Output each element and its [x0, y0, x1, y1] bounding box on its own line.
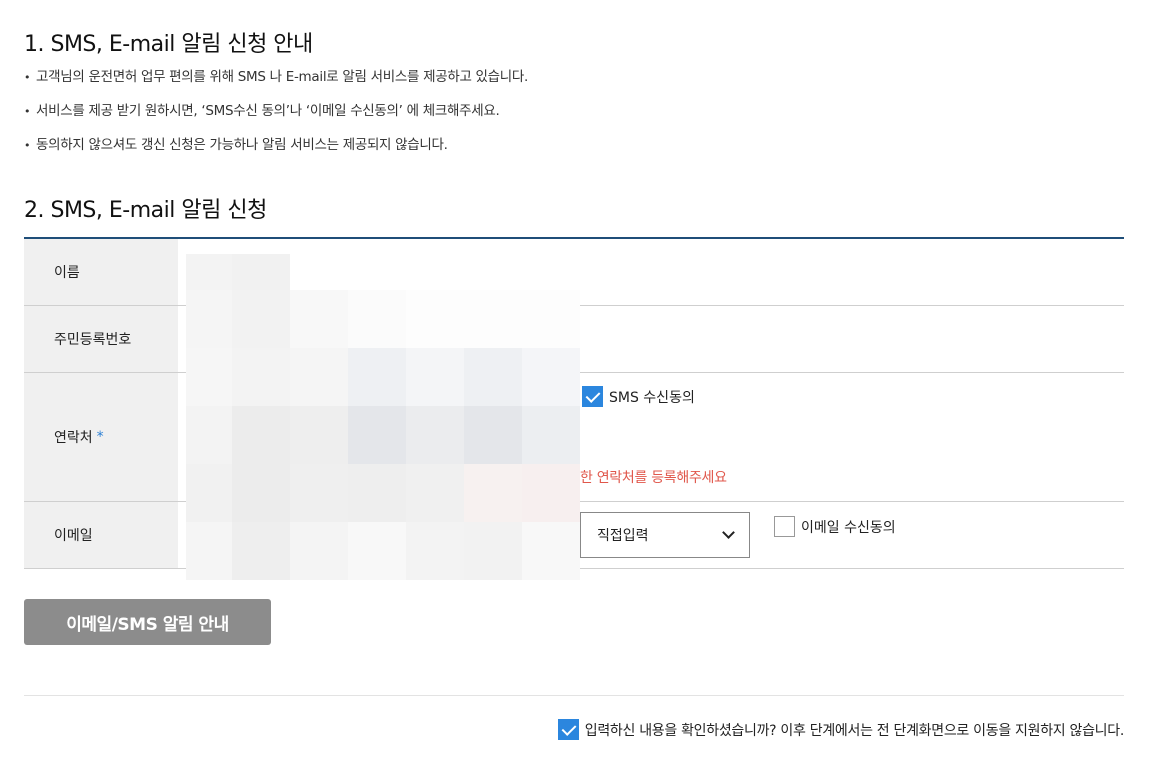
- email-domain-select[interactable]: 직접입력: [580, 512, 750, 558]
- required-mark: *: [96, 429, 104, 445]
- notice-item: 서비스를 제공 받기 원하시면, ‘SMS수신 동의’나 ‘이메일 수신동의’ …: [24, 100, 528, 134]
- contact-label: 연락처: [54, 430, 93, 446]
- sms-consent-checkbox[interactable]: SMS 수신동의: [582, 386, 695, 407]
- form-row-contact: 연락처 * SMS 수신동의 한 연락처를 등록해주세요: [24, 373, 1124, 502]
- contact-label-cell: 연락처 *: [24, 373, 178, 501]
- chevron-down-icon: [722, 526, 735, 539]
- contact-value: SMS 수신동의 한 연락처를 등록해주세요: [178, 373, 1124, 501]
- email-domain-selected: 직접입력: [597, 528, 649, 544]
- checkbox-checked-icon[interactable]: [557, 719, 579, 740]
- section-title-sms-email-guide: 1. SMS, E-mail 알림 신청 안내: [24, 32, 313, 57]
- form-row-name: 이름: [24, 239, 1124, 306]
- checkbox-checked-icon[interactable]: [582, 386, 603, 407]
- divider: [24, 695, 1124, 696]
- email-value: 직접입력 이메일 수신동의: [178, 502, 1124, 568]
- name-label: 이름: [24, 239, 178, 305]
- notice-item: 고객님의 운전면허 업무 편의를 위해 SMS 나 E-mail로 알림 서비스…: [24, 66, 528, 100]
- application-form-table: 이름 주민등록번호 연락처 * SMS 수신동의 한 연락처를 등록해주세요 이메…: [24, 237, 1124, 569]
- email-sms-info-button[interactable]: 이메일/SMS 알림 안내: [24, 599, 271, 645]
- form-row-rrn: 주민등록번호: [24, 306, 1124, 373]
- form-row-email: 이메일 직접입력 이메일 수신동의: [24, 502, 1124, 569]
- notice-item: 동의하지 않으셔도 갱신 신청은 가능하나 알림 서비스는 제공되지 않습니다.: [24, 134, 528, 168]
- notice-list: 고객님의 운전면허 업무 편의를 위해 SMS 나 E-mail로 알림 서비스…: [24, 66, 528, 168]
- rrn-value: [178, 306, 1124, 372]
- contact-warning-text: 한 연락처를 등록해주세요: [580, 470, 727, 486]
- rrn-label: 주민등록번호: [24, 306, 178, 372]
- final-confirm-label: 입력하신 내용을 확인하셨습니까? 이후 단계에서는 전 단계화면으로 이동을 …: [584, 722, 1125, 739]
- section-title-sms-email-apply: 2. SMS, E-mail 알림 신청: [24, 198, 267, 223]
- checkbox-unchecked-icon[interactable]: [774, 516, 795, 537]
- email-label: 이메일: [24, 502, 178, 568]
- sms-consent-label: SMS 수신동의: [609, 389, 695, 406]
- name-value: [178, 239, 1124, 305]
- email-consent-checkbox[interactable]: 이메일 수신동의: [774, 516, 896, 537]
- final-confirm-checkbox[interactable]: 입력하신 내용을 확인하셨습니까? 이후 단계에서는 전 단계화면으로 이동을 …: [557, 719, 1125, 740]
- email-consent-label: 이메일 수신동의: [801, 519, 896, 536]
